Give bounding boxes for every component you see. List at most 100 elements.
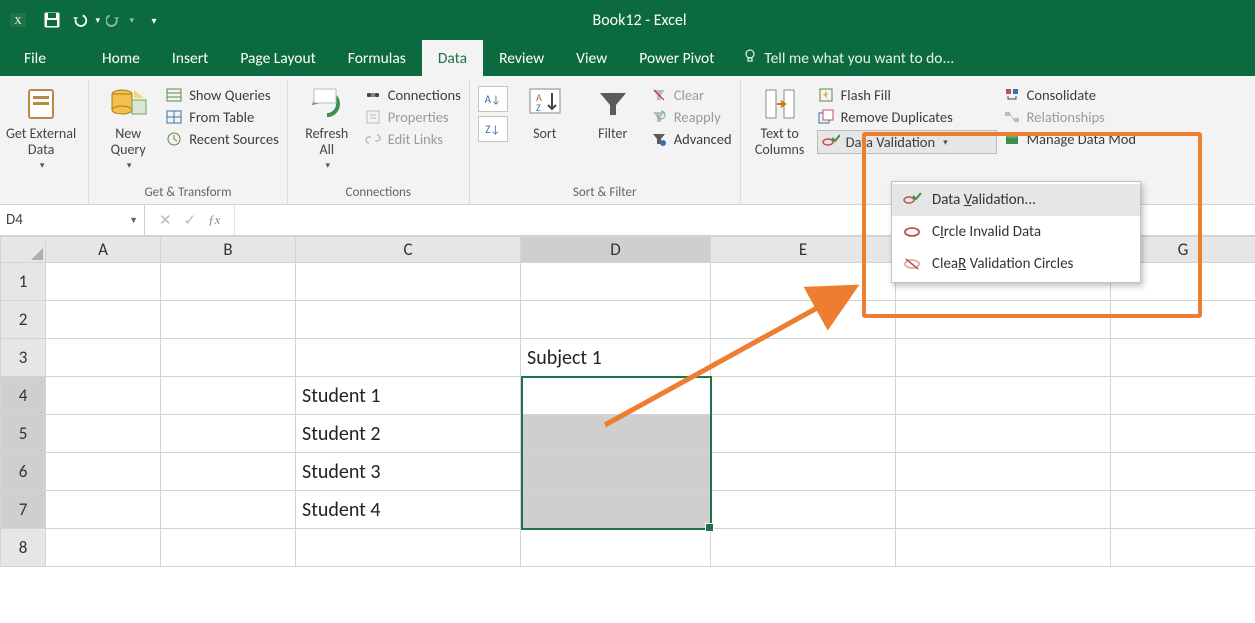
recent-sources-button[interactable]: Recent Sources: [165, 130, 279, 148]
cell-C8[interactable]: [296, 529, 521, 567]
cell-G4[interactable]: [1111, 377, 1255, 415]
tab-data[interactable]: Data: [422, 40, 483, 76]
cell-B6[interactable]: [161, 453, 296, 491]
row-header-6[interactable]: 6: [1, 453, 46, 491]
cell-F6[interactable]: [896, 453, 1111, 491]
filter-button[interactable]: Filter: [582, 82, 644, 144]
get-external-data-button[interactable]: Get External Data ▾: [2, 82, 80, 173]
cell-G3[interactable]: [1111, 339, 1255, 377]
cell-C2[interactable]: [296, 301, 521, 339]
manage-data-model-button[interactable]: Manage Data Mod: [1003, 130, 1153, 148]
cell-D1[interactable]: [521, 263, 711, 301]
cell-D5[interactable]: [521, 415, 711, 453]
connections-button[interactable]: Connections: [364, 86, 461, 104]
cell-F7[interactable]: [896, 491, 1111, 529]
tab-home[interactable]: Home: [86, 40, 156, 76]
tell-me-search[interactable]: Tell me what you want to do...: [730, 40, 954, 76]
cell-C6[interactable]: Student 3: [296, 453, 521, 491]
cell-A8[interactable]: [46, 529, 161, 567]
cell-D6[interactable]: [521, 453, 711, 491]
cell-B4[interactable]: [161, 377, 296, 415]
consolidate-button[interactable]: Consolidate: [1003, 86, 1153, 104]
cell-E7[interactable]: [711, 491, 896, 529]
cell-B2[interactable]: [161, 301, 296, 339]
cell-G2[interactable]: [1111, 301, 1255, 339]
col-header-E[interactable]: E: [711, 237, 896, 263]
cell-F3[interactable]: [896, 339, 1111, 377]
cell-A5[interactable]: [46, 415, 161, 453]
cell-F2[interactable]: [896, 301, 1111, 339]
row-header-2[interactable]: 2: [1, 301, 46, 339]
cell-A4[interactable]: [46, 377, 161, 415]
select-all-corner[interactable]: [1, 237, 46, 263]
customize-qat-icon[interactable]: ▾: [140, 6, 168, 34]
cell-A6[interactable]: [46, 453, 161, 491]
cell-B8[interactable]: [161, 529, 296, 567]
new-query-button[interactable]: New Query ▾: [97, 82, 159, 173]
tab-formulas[interactable]: Formulas: [332, 40, 422, 76]
cell-F4[interactable]: [896, 377, 1111, 415]
text-to-columns-button[interactable]: Text to Columns: [749, 82, 811, 160]
show-queries-button[interactable]: Show Queries: [165, 86, 279, 104]
sort-button[interactable]: AZ Sort: [514, 82, 576, 144]
cell-E1[interactable]: [711, 263, 896, 301]
cell-F8[interactable]: [896, 529, 1111, 567]
cell-E2[interactable]: [711, 301, 896, 339]
col-header-B[interactable]: B: [161, 237, 296, 263]
col-header-C[interactable]: C: [296, 237, 521, 263]
flash-fill-button[interactable]: Flash Fill: [817, 86, 997, 104]
sort-desc-button[interactable]: Z↓: [478, 116, 508, 142]
data-validation-button[interactable]: Data Validation ▾: [817, 130, 997, 154]
cell-D8[interactable]: [521, 529, 711, 567]
cell-B3[interactable]: [161, 339, 296, 377]
row-header-5[interactable]: 5: [1, 415, 46, 453]
remove-duplicates-button[interactable]: Remove Duplicates: [817, 108, 997, 126]
tab-review[interactable]: Review: [483, 40, 560, 76]
cell-D2[interactable]: [521, 301, 711, 339]
cell-D4[interactable]: [521, 377, 711, 415]
cell-E5[interactable]: [711, 415, 896, 453]
cell-A7[interactable]: [46, 491, 161, 529]
row-header-8[interactable]: 8: [1, 529, 46, 567]
refresh-all-button[interactable]: Refresh All ▾: [296, 82, 358, 173]
cell-E4[interactable]: [711, 377, 896, 415]
undo-icon[interactable]: ▾: [72, 6, 100, 34]
cell-E8[interactable]: [711, 529, 896, 567]
col-header-A[interactable]: A: [46, 237, 161, 263]
cell-C1[interactable]: [296, 263, 521, 301]
tab-file[interactable]: File: [8, 40, 62, 76]
menu-item-data-validation[interactable]: Data Validation...: [892, 184, 1140, 216]
row-header-7[interactable]: 7: [1, 491, 46, 529]
cell-A2[interactable]: [46, 301, 161, 339]
grid[interactable]: A B C D E F G 1 2 3 Subject 1: [0, 236, 1255, 567]
cell-C7[interactable]: Student 4: [296, 491, 521, 529]
save-icon[interactable]: [38, 6, 66, 34]
tab-insert[interactable]: Insert: [156, 40, 224, 76]
excel-app-icon[interactable]: X: [4, 6, 32, 34]
cell-B7[interactable]: [161, 491, 296, 529]
col-header-D[interactable]: D: [521, 237, 711, 263]
cell-E6[interactable]: [711, 453, 896, 491]
row-header-1[interactable]: 1: [1, 263, 46, 301]
cell-G7[interactable]: [1111, 491, 1255, 529]
cell-E3[interactable]: [711, 339, 896, 377]
tab-view[interactable]: View: [560, 40, 623, 76]
from-table-button[interactable]: From Table: [165, 108, 279, 126]
fx-icon[interactable]: ƒx: [208, 212, 220, 228]
cell-A3[interactable]: [46, 339, 161, 377]
cell-A1[interactable]: [46, 263, 161, 301]
name-box-dropdown-icon[interactable]: ▼: [129, 215, 138, 226]
cell-D7[interactable]: [521, 491, 711, 529]
cell-G8[interactable]: [1111, 529, 1255, 567]
cell-C5[interactable]: Student 2: [296, 415, 521, 453]
cell-D3[interactable]: Subject 1: [521, 339, 711, 377]
advanced-filter-button[interactable]: Advanced: [650, 130, 732, 148]
menu-item-circle-invalid[interactable]: CIrcle Invalid Data: [892, 216, 1140, 248]
cell-B1[interactable]: [161, 263, 296, 301]
tab-page-layout[interactable]: Page Layout: [224, 40, 331, 76]
row-header-4[interactable]: 4: [1, 377, 46, 415]
sort-asc-button[interactable]: A↓: [478, 86, 508, 112]
redo-icon[interactable]: ▾: [106, 6, 134, 34]
tab-power-pivot[interactable]: Power Pivot: [623, 40, 730, 76]
cell-B5[interactable]: [161, 415, 296, 453]
